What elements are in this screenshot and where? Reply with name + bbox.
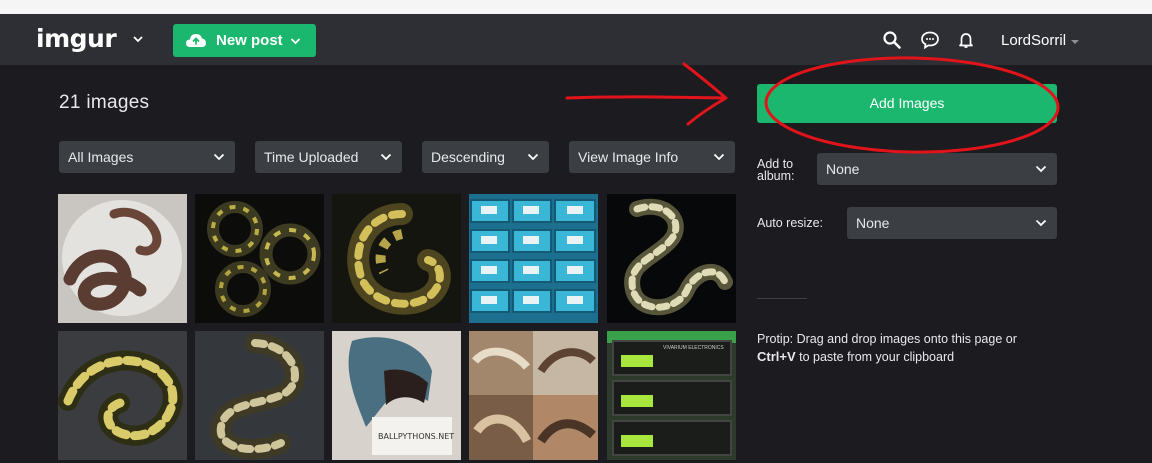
chevron-down-icon [213, 153, 225, 161]
two-ball-pythons-image [195, 194, 324, 323]
chevron-down-icon [1035, 219, 1047, 227]
view-image-info-select[interactable]: View Image Info [569, 141, 735, 173]
protip-prefix: Protip: Drag and drop images onto this p… [757, 332, 1017, 346]
chevron-down-icon [527, 153, 539, 161]
patterned-ball-python-image [195, 331, 324, 460]
annotation-arrow-shaft [565, 95, 726, 100]
protip-shortcut: Ctrl+V [757, 349, 796, 364]
search-icon[interactable] [882, 30, 902, 50]
image-thumbnail-8[interactable]: BALLPYTHONS.NET [332, 331, 461, 460]
sort-time-uploaded-select[interactable]: Time Uploaded [255, 141, 402, 173]
filter-all-images-select[interactable]: All Images [59, 141, 235, 173]
image-thumbnail-9[interactable] [469, 331, 598, 460]
auto-resize-value: None [856, 215, 890, 231]
yellow-ball-python-image [332, 194, 461, 323]
imgur-logo[interactable]: imgur [36, 24, 117, 53]
filter-all-images-value: All Images [68, 149, 134, 165]
browser-top-strip [0, 0, 1152, 14]
sign-text: BALLPYTHONS.NET [378, 432, 455, 441]
logo-chevron-down-icon[interactable] [132, 33, 144, 45]
user-caret-down-icon[interactable] [1071, 40, 1079, 44]
image-thumbnail-2[interactable] [195, 194, 324, 323]
image-count: 21 images [59, 92, 150, 113]
cloud-upload-icon [186, 34, 206, 47]
auto-resize-select[interactable]: None [847, 207, 1057, 239]
chevron-down-icon [1035, 165, 1047, 173]
image-thumbnail-5[interactable] [607, 194, 736, 323]
image-thumbnail-7[interactable] [195, 331, 324, 460]
image-thumbnail-4[interactable] [469, 194, 598, 323]
bell-icon[interactable] [956, 30, 976, 50]
reptile-rack-image [469, 194, 598, 323]
new-post-label: New post [216, 32, 283, 49]
username-link[interactable]: LordSorril [1001, 32, 1066, 49]
image-thumbnail-1[interactable] [58, 194, 187, 323]
chevron-down-icon [713, 153, 725, 161]
sidebar-divider [757, 298, 807, 299]
album-select[interactable]: None [817, 153, 1057, 185]
chevron-down-icon [380, 153, 392, 161]
image-thumbnail-3[interactable] [332, 194, 461, 323]
image-thumbnail-10[interactable]: VIVARIUM ELECTRONICS [607, 331, 736, 460]
chat-icon[interactable] [920, 30, 940, 50]
new-post-chevron-down-icon [290, 38, 301, 45]
protip-suffix: to paste from your clipboard [795, 350, 955, 364]
sort-order-select[interactable]: Descending [422, 141, 549, 173]
protip-text: Protip: Drag and drop images onto this p… [757, 331, 1057, 366]
sort-order-value: Descending [431, 149, 505, 165]
pastel-ball-python-image [607, 194, 736, 323]
image-thumbnail-6[interactable] [58, 331, 187, 460]
add-to-album-label: Add to album: [757, 157, 795, 183]
hatchling-collage-image [469, 331, 598, 460]
annotation-arrow-head [682, 62, 728, 126]
add-images-button[interactable]: Add Images [757, 84, 1057, 123]
album-select-value: None [826, 161, 860, 177]
yellow-ball-python-2-image [58, 331, 187, 460]
sort-time-uploaded-value: Time Uploaded [264, 149, 359, 165]
new-post-button[interactable]: New post [173, 24, 316, 57]
top-navbar: imgur New post LordSorril [0, 14, 1152, 65]
auto-resize-label: Auto resize: [757, 216, 824, 230]
snake-in-bowl-image [58, 194, 187, 323]
view-image-info-value: View Image Info [578, 149, 679, 165]
unit-label-text: VIVARIUM ELECTRONICS [663, 345, 724, 351]
